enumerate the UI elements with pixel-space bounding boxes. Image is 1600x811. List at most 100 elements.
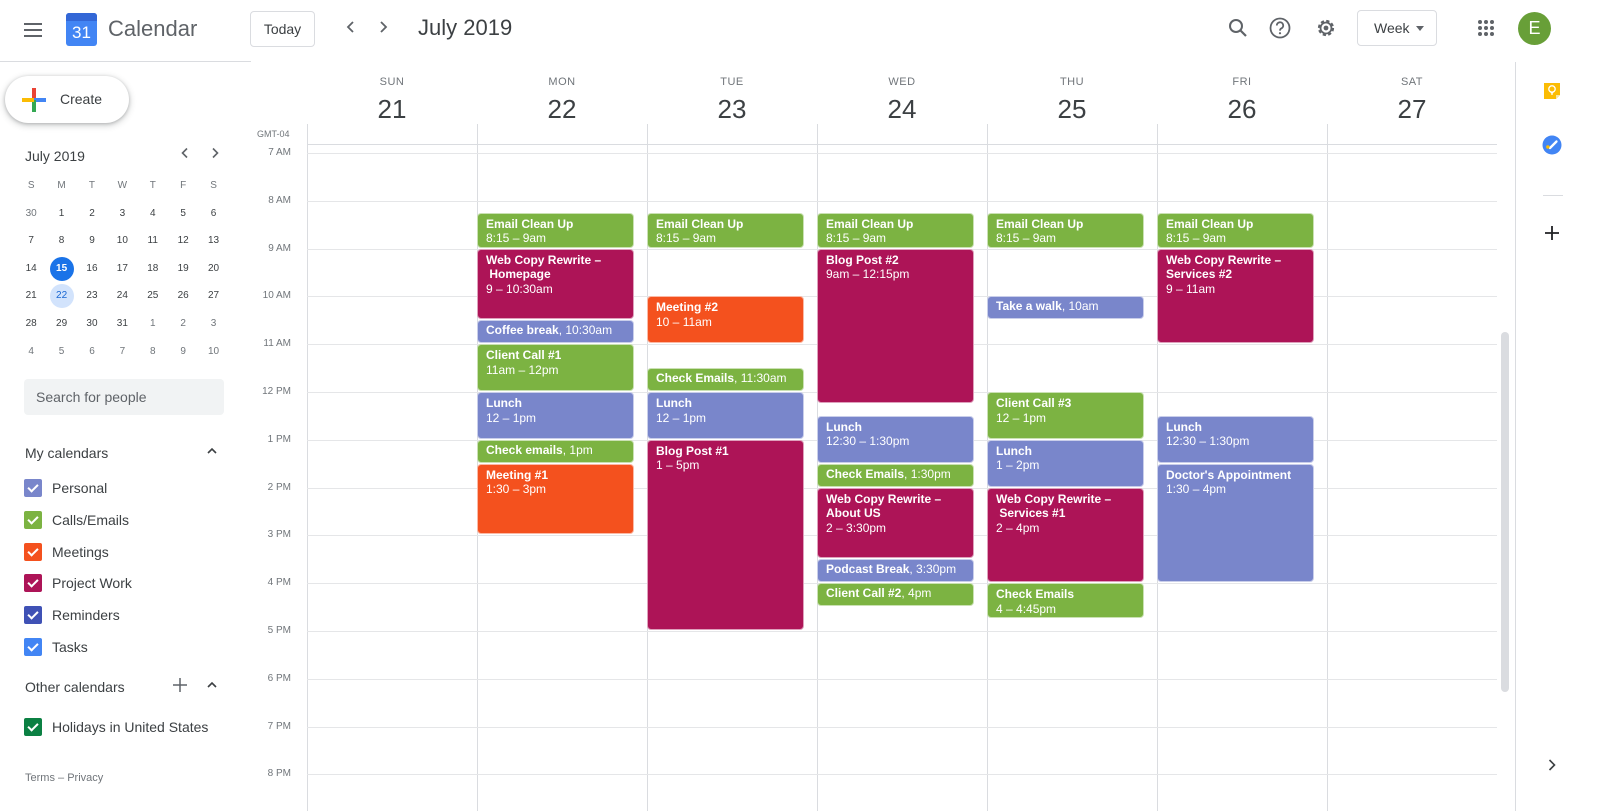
calendar-event[interactable]: Email Clean Up 8:15 – 9am [647, 212, 804, 248]
calendar-event[interactable]: Lunch 1 – 2pm [987, 439, 1144, 487]
calendar-item-calls-emails[interactable]: Calls/Emails [24, 509, 129, 531]
calendar-event[interactable]: Coffee break, 10:30am [477, 320, 634, 344]
account-avatar[interactable]: E [1518, 12, 1551, 45]
calendar-event[interactable]: Blog Post #2 9am – 12:15pm [817, 248, 974, 403]
calendar-item-holidays-in-united-states[interactable]: Holidays in United States [24, 716, 208, 738]
mini-calendar-day-button[interactable]: 16 [80, 257, 104, 281]
mini-calendar-day-button[interactable]: 5 [50, 340, 74, 364]
create-button[interactable]: Create [5, 76, 129, 123]
mini-calendar-day-button[interactable]: 7 [19, 229, 43, 253]
mini-calendar-day-button[interactable]: 6 [202, 202, 226, 226]
mini-calendar-day-button[interactable]: 20 [202, 257, 226, 281]
mini-calendar-day-button[interactable]: 2 [171, 312, 195, 336]
prev-week-button[interactable] [336, 14, 366, 44]
calendar-event[interactable]: Email Clean Up 8:15 – 9am [1157, 212, 1314, 248]
mini-calendar-day-button[interactable]: 11 [141, 229, 165, 253]
app-title[interactable]: Calendar [108, 16, 197, 42]
tasks-button[interactable] [1541, 134, 1563, 156]
calendar-item-personal[interactable]: Personal [24, 477, 107, 499]
calendar-event[interactable]: Email Clean Up 8:15 – 9am [477, 212, 634, 248]
checkbox-checked-icon[interactable] [24, 638, 42, 656]
day-number[interactable]: 25 [987, 94, 1157, 124]
my-calendars-collapse-button[interactable] [202, 445, 222, 465]
other-calendars-heading[interactable]: Other calendars [25, 679, 125, 695]
checkbox-checked-icon[interactable] [24, 479, 42, 497]
mini-calendar-day-button[interactable]: 6 [80, 340, 104, 364]
next-week-button[interactable] [368, 14, 398, 44]
calendar-event[interactable]: Check Emails, 1:30pm [817, 463, 974, 487]
mini-calendar-day-button[interactable]: 30 [19, 202, 43, 226]
checkbox-checked-icon[interactable] [24, 574, 42, 593]
today-button[interactable]: Today [250, 11, 315, 47]
mini-calendar-day-button[interactable]: 9 [80, 229, 104, 253]
mini-calendar-day-button[interactable]: 17 [110, 257, 134, 281]
mini-calendar-day-button[interactable]: 1 [50, 202, 74, 226]
day-number[interactable]: 27 [1327, 94, 1497, 124]
day-number[interactable]: 21 [307, 94, 477, 124]
expand-side-panel-button[interactable] [1541, 754, 1563, 776]
mini-calendar-day-button[interactable]: 14 [19, 257, 43, 281]
calendar-event[interactable]: Client Call #2, 4pm [817, 583, 974, 607]
calendar-event[interactable]: Podcast Break, 3:30pm [817, 559, 974, 583]
search-people-input[interactable] [24, 379, 224, 415]
calendar-item-reminders[interactable]: Reminders [24, 604, 120, 626]
calendar-event[interactable]: Lunch 12:30 – 1:30pm [1157, 415, 1314, 463]
mini-calendar-day-button[interactable]: 3 [202, 312, 226, 336]
calendar-event[interactable]: Web Copy Rewrite – About US 2 – 3:30pm [817, 487, 974, 559]
mini-prev-month-button[interactable] [173, 144, 197, 168]
mini-calendar-day-button[interactable]: 5 [171, 202, 195, 226]
mini-calendar-day-button[interactable]: 19 [171, 257, 195, 281]
my-calendars-heading[interactable]: My calendars [25, 445, 108, 461]
mini-calendar-day-button[interactable]: 1 [141, 312, 165, 336]
mini-calendar-day-button[interactable]: 4 [141, 202, 165, 226]
mini-calendar-day-button[interactable]: 23 [80, 284, 104, 308]
calendar-event[interactable]: Meeting #2 10 – 11am [647, 296, 804, 344]
calendar-event[interactable]: Web Copy Rewrite – Services #2 9 – 11am [1157, 248, 1314, 344]
mini-calendar-day-button[interactable]: 2 [80, 202, 104, 226]
day-number[interactable]: 24 [817, 94, 987, 124]
calendar-event[interactable]: Client Call #3 12 – 1pm [987, 392, 1144, 439]
mini-calendar-day-button[interactable]: 29 [50, 312, 74, 336]
mini-calendar-day-button[interactable]: 28 [19, 312, 43, 336]
calendar-event[interactable]: Lunch 12:30 – 1:30pm [817, 415, 974, 463]
mini-calendar-day-button[interactable]: 26 [171, 284, 195, 308]
keep-button[interactable] [1541, 80, 1563, 102]
mini-calendar-day-button[interactable]: 13 [202, 229, 226, 253]
help-button[interactable] [1263, 12, 1297, 46]
mini-calendar-day-button[interactable]: 21 [19, 284, 43, 308]
calendar-event[interactable]: Check Emails 4 – 4:45pm [987, 583, 1144, 619]
mini-calendar-day-button[interactable]: 8 [50, 229, 74, 253]
search-button[interactable] [1221, 12, 1255, 46]
mini-calendar-day-button[interactable]: 10 [110, 229, 134, 253]
calendar-event[interactable]: Check emails, 1pm [477, 439, 634, 463]
mini-calendar-day-button[interactable]: 30 [80, 312, 104, 336]
mini-calendar-day-button[interactable]: 3 [110, 202, 134, 226]
settings-button[interactable] [1309, 12, 1343, 46]
calendar-event[interactable]: Email Clean Up 8:15 – 9am [817, 212, 974, 248]
calendar-event[interactable]: Blog Post #1 1 – 5pm [647, 439, 804, 630]
calendar-event[interactable]: Take a walk, 10am [987, 296, 1144, 320]
mini-calendar-day-button[interactable]: 4 [19, 340, 43, 364]
checkbox-checked-icon[interactable] [24, 718, 42, 736]
mini-calendar-day-button[interactable]: 24 [110, 284, 134, 308]
calendar-event[interactable]: Web Copy Rewrite – Services #1 2 – 4pm [987, 487, 1144, 583]
calendar-event[interactable]: Lunch 12 – 1pm [647, 392, 804, 439]
main-menu-button[interactable] [18, 14, 50, 46]
calendar-event[interactable]: Doctor's Appointment 1:30 – 4pm [1157, 463, 1314, 583]
mini-calendar-day-button[interactable]: 27 [202, 284, 226, 308]
terms-link[interactable]: Terms [25, 772, 55, 784]
checkbox-checked-icon[interactable] [24, 606, 42, 625]
mini-calendar-day-button[interactable]: 15 [49, 256, 74, 281]
calendar-item-meetings[interactable]: Meetings [24, 541, 109, 563]
mini-calendar-day-button[interactable]: 25 [141, 284, 165, 308]
mini-next-month-button[interactable] [203, 144, 227, 168]
mini-calendar-day-button[interactable]: 12 [171, 229, 195, 253]
mini-calendar-day-button[interactable]: 10 [202, 340, 226, 364]
checkbox-checked-icon[interactable] [24, 542, 42, 561]
mini-calendar-day-button[interactable]: 22 [49, 284, 74, 309]
mini-calendar-day-button[interactable]: 7 [110, 340, 134, 364]
day-number[interactable]: 23 [647, 94, 817, 124]
privacy-link[interactable]: Privacy [67, 772, 103, 784]
day-number[interactable]: 26 [1157, 94, 1327, 124]
view-selector[interactable]: Week [1357, 10, 1437, 46]
